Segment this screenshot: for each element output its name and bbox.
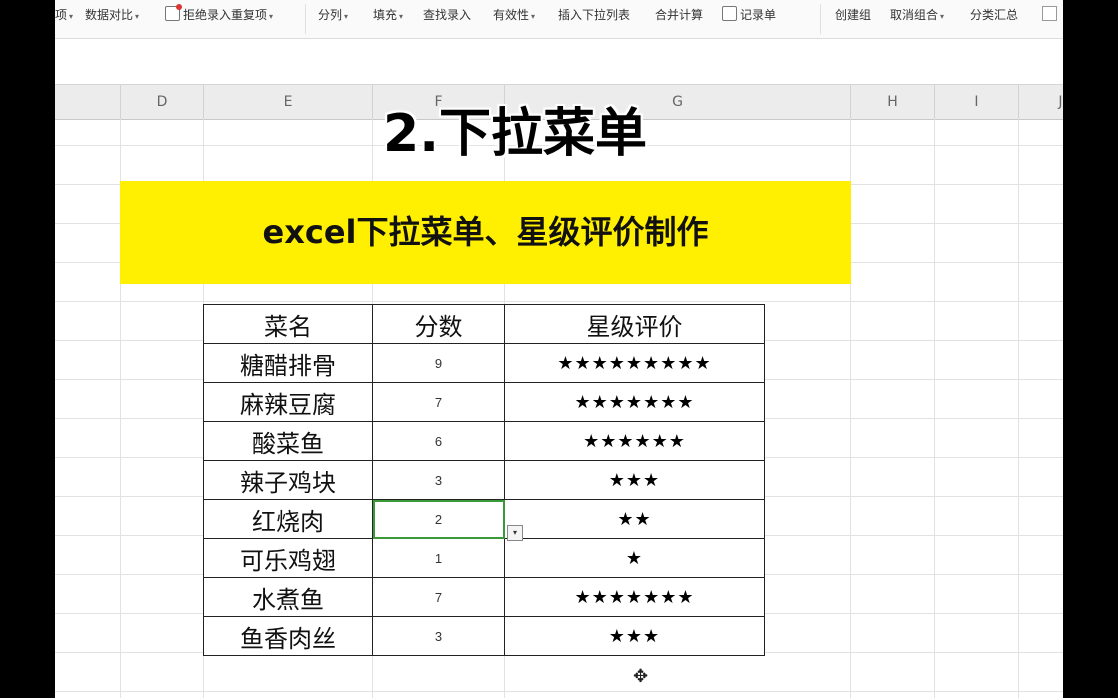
split-column-button[interactable]: 分列 ▾ — [318, 6, 348, 24]
table-row: 糖醋排骨 9 ★★★★★★★★★ — [203, 343, 765, 383]
score-cell[interactable]: 3 — [372, 460, 505, 500]
star-rating-cell[interactable]: ★ — [504, 538, 765, 578]
reject-duplicate-button[interactable]: 拒绝录入重复项 ▾ — [165, 4, 273, 24]
table-row: 辣子鸡块 3 ★★★ — [203, 460, 765, 500]
star-rating-cell[interactable]: ★★★★★★★ — [504, 577, 765, 617]
table-header-row: 菜名 分数 星级评价 — [203, 304, 765, 344]
formula-bar-area — [55, 39, 1063, 84]
score-cell[interactable]: 1 — [372, 538, 505, 578]
header-dish-name[interactable]: 菜名 — [203, 304, 373, 344]
create-group-button[interactable]: 创建组 — [835, 6, 871, 24]
dish-name-cell[interactable]: 红烧肉 — [203, 499, 373, 539]
subtotal-button[interactable]: 分类汇总 — [970, 6, 1018, 24]
table-row: 水煮鱼 7 ★★★★★★★ — [203, 577, 765, 617]
column-header-e[interactable]: E — [204, 85, 373, 119]
ribbon-expand-icon[interactable] — [1042, 6, 1057, 21]
score-cell[interactable]: 3 — [372, 616, 505, 656]
dish-name-cell[interactable]: 麻辣豆腐 — [203, 382, 373, 422]
dish-name-cell[interactable]: 可乐鸡翅 — [203, 538, 373, 578]
spreadsheet-window: 项 ▾ 数据对比 ▾ 拒绝录入重复项 ▾ 分列 ▾ 填充 ▾ 查找录入 有效性 ▾ 插入下拉… — [55, 0, 1063, 698]
dish-rating-table: 菜名 分数 星级评价 糖醋排骨 9 ★★★★★★★★★ 麻辣豆腐 7 ★★★★★… — [203, 304, 765, 656]
star-rating-cell[interactable]: ★★★★★★★ — [504, 382, 765, 422]
score-cell[interactable]: 9 — [372, 343, 505, 383]
column-header-c[interactable] — [55, 85, 121, 119]
column-header-d[interactable]: D — [121, 85, 204, 119]
table-row: 麻辣豆腐 7 ★★★★★★★ — [203, 382, 765, 422]
header-star-rating[interactable]: 星级评价 — [504, 304, 765, 344]
dish-name-cell[interactable]: 酸菜鱼 — [203, 421, 373, 461]
table-row: 鱼香肉丝 3 ★★★ — [203, 616, 765, 656]
dish-name-cell[interactable]: 水煮鱼 — [203, 577, 373, 617]
column-header-h[interactable]: H — [851, 85, 935, 119]
validity-button[interactable]: 有效性 ▾ — [493, 6, 535, 24]
column-header-i[interactable]: I — [935, 85, 1019, 119]
dish-name-cell[interactable]: 鱼香肉丝 — [203, 616, 373, 656]
record-form-icon — [722, 6, 737, 21]
move-cursor-icon: ✥ — [633, 666, 649, 687]
fill-button[interactable]: 填充 ▾ — [373, 6, 403, 24]
star-rating-cell[interactable]: ★★★★★★★★★ — [504, 343, 765, 383]
banner-text: excel下拉菜单、星级评价制作 — [262, 213, 709, 251]
reject-duplicate-icon — [165, 4, 182, 21]
consolidate-button[interactable]: 合并计算 — [655, 6, 703, 24]
lookup-entry-button[interactable]: 查找录入 — [423, 6, 471, 24]
star-rating-cell[interactable]: ★★ — [504, 499, 765, 539]
star-rating-cell[interactable]: ★★★★★★ — [504, 421, 765, 461]
banner: excel下拉菜单、星级评价制作 — [120, 181, 851, 284]
dropdown-arrow-icon[interactable]: ▾ — [507, 525, 523, 541]
star-rating-cell[interactable]: ★★★ — [504, 460, 765, 500]
star-rating-cell[interactable]: ★★★ — [504, 616, 765, 656]
record-form-button[interactable]: 记录单 — [722, 6, 776, 24]
dish-name-cell[interactable]: 辣子鸡块 — [203, 460, 373, 500]
overlay-title: 2.下拉菜单 — [383, 104, 647, 164]
table-row: 红烧肉 2 ★★ — [203, 499, 765, 539]
header-score[interactable]: 分数 — [372, 304, 505, 344]
score-cell[interactable]: 6 — [372, 421, 505, 461]
insert-dropdown-list-button[interactable]: 插入下拉列表 — [558, 6, 630, 24]
table-row: 酸菜鱼 6 ★★★★★★ — [203, 421, 765, 461]
ungroup-button[interactable]: 取消组合 ▾ — [890, 6, 944, 24]
score-cell[interactable]: 7 — [372, 382, 505, 422]
table-row: 可乐鸡翅 1 ★ — [203, 538, 765, 578]
data-compare-button[interactable]: 数据对比 ▾ — [85, 6, 139, 24]
dish-name-cell[interactable]: 糖醋排骨 — [203, 343, 373, 383]
score-cell[interactable]: 7 — [372, 577, 505, 617]
data-ribbon-toolbar: 项 ▾ 数据对比 ▾ 拒绝录入重复项 ▾ 分列 ▾ 填充 ▾ 查找录入 有效性 ▾ 插入下拉… — [55, 0, 1063, 39]
column-header-j[interactable]: J — [1019, 85, 1063, 119]
ribbon-item-0[interactable]: 项 ▾ — [55, 6, 73, 24]
selected-score-cell[interactable]: 2 — [372, 499, 505, 539]
